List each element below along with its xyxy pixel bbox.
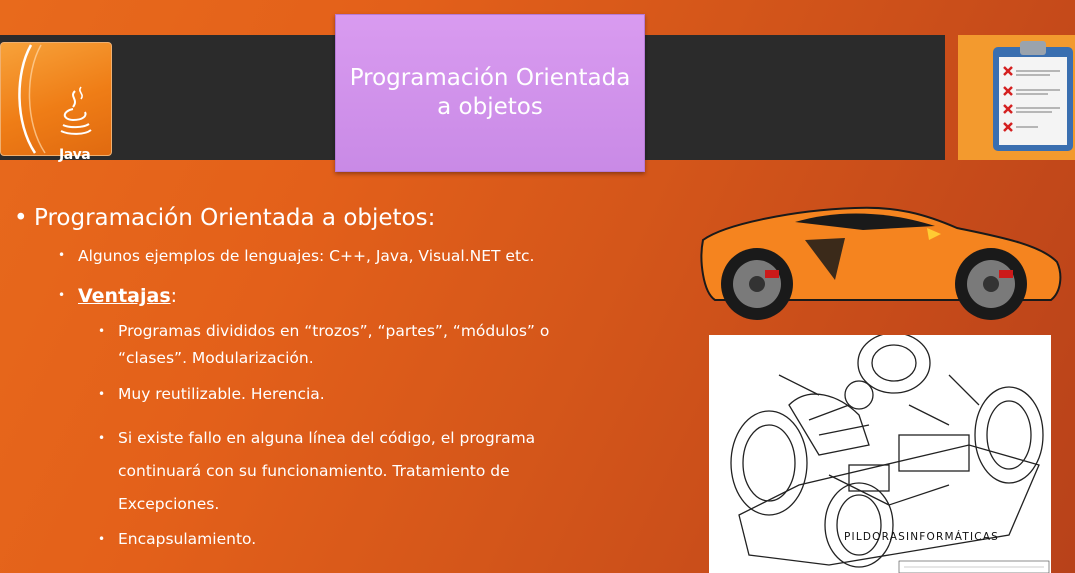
advantages-label: Ventajas [78,285,171,307]
examples-text: Algunos ejemplos de lenguajes: C++, Java… [78,247,535,265]
advantage-item-1: • Programas divididos en “trozos”, “parte… [98,318,618,372]
main-bullet: • Programación Orientada a objetos: [14,205,436,231]
title-line-2: a objetos [437,94,543,120]
advantage-item-4: • Encapsulamiento. [98,528,618,550]
slide-title: Programación Orientada a objetos [335,14,645,172]
advantage-item-2: • Muy reutilizable. Herencia. [98,383,618,405]
main-bullet-text: Programación Orientada a objetos: [34,205,436,231]
advantage-item-3: • Si existe fallo en alguna línea del cód… [98,422,568,521]
advantages-suffix: : [170,285,178,307]
advantage-text-3: Si existe fallo en alguna línea del códi… [118,429,536,513]
examples-bullet: • Algunos ejemplos de lenguajes: C++, Jav… [58,247,535,265]
advantage-text-4: Encapsulamiento. [118,530,257,548]
java-label: Java [59,147,91,163]
advantage-text-1: Programas divididos en “trozos”, “partes… [118,322,550,367]
clipboard-checklist-icon [958,35,1075,160]
advantage-text-2: Muy reutilizable. Herencia. [118,385,325,403]
advantages-bullet: • Ventajas: [58,285,178,307]
sports-car-image [700,206,1062,320]
watermark: PILDORASINFORMÁTICAS [844,531,1000,543]
title-line-1: Programación Orientada [349,65,631,91]
java-logo-icon: Java [0,42,112,163]
